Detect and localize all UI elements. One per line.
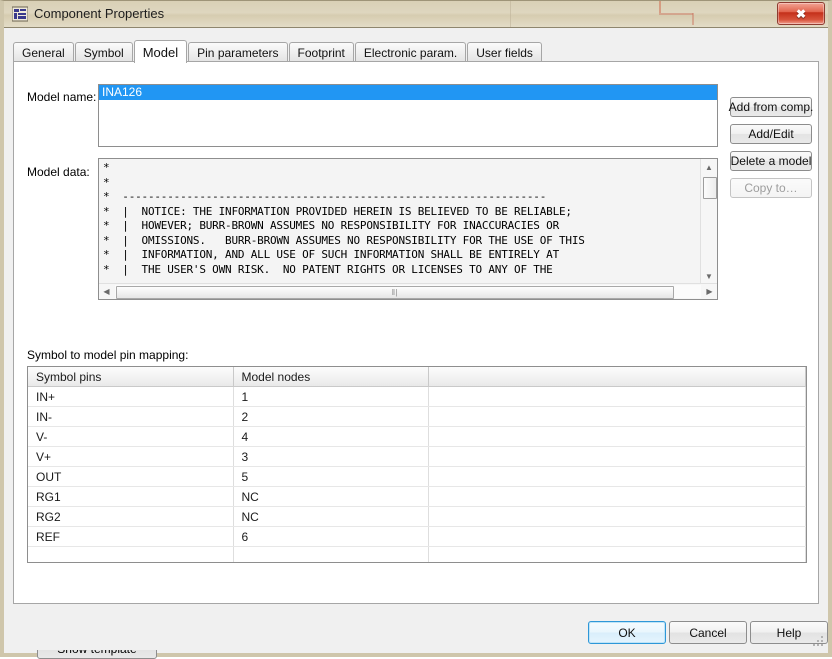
titlebar-artifact-edge (510, 1, 511, 27)
model-name-listbox[interactable]: INA126 (98, 84, 718, 147)
delete-a-model-button[interactable]: Delete a model (730, 151, 812, 171)
scroll-down-icon[interactable]: ▼ (701, 268, 717, 284)
close-icon[interactable]: ✖ (777, 2, 825, 25)
component-properties-window: Component Properties ✖ General Symbol Mo… (0, 0, 832, 659)
titlebar-artifact-3 (692, 13, 694, 25)
cell-model-node[interactable]: 6 (233, 526, 429, 547)
cell-extra[interactable] (428, 466, 806, 487)
cell-extra[interactable] (428, 386, 806, 407)
vscroll-thumb[interactable] (703, 177, 717, 199)
cell-model-node[interactable]: 1 (233, 386, 429, 407)
table-row[interactable] (28, 546, 806, 562)
cell-extra[interactable] (428, 546, 806, 562)
ok-button[interactable]: OK (588, 621, 666, 644)
titlebar-artifact-1 (659, 1, 661, 13)
titlebar-artifact-2 (659, 13, 693, 15)
pin-mapping-label: Symbol to model pin mapping: (27, 348, 189, 362)
table-row[interactable]: IN+ 1 (28, 386, 806, 407)
add-from-comp-button[interactable]: Add from comp. (729, 97, 813, 117)
cell-symbol-pin[interactable]: RG2 (28, 506, 234, 527)
cell-extra[interactable] (428, 446, 806, 467)
resize-grip[interactable] (813, 636, 825, 648)
cell-extra[interactable] (428, 426, 806, 447)
cell-model-node[interactable]: 5 (233, 466, 429, 487)
component-properties-icon (12, 6, 28, 22)
cell-model-node[interactable]: NC (233, 486, 429, 507)
cell-model-node[interactable] (233, 546, 429, 562)
model-tab-panel: Model name: INA126 Add from comp. Add/Ed… (13, 61, 819, 659)
table-row[interactable]: OUT 5 (28, 466, 806, 487)
table-row[interactable]: IN- 2 (28, 406, 806, 427)
tab-footprint[interactable]: Footprint (288, 42, 354, 62)
table-row[interactable]: REF 6 (28, 526, 806, 547)
scroll-up-icon[interactable]: ▲ (701, 159, 717, 175)
cell-symbol-pin[interactable]: IN- (28, 406, 234, 427)
cell-symbol-pin[interactable]: V+ (28, 446, 234, 467)
tab-user-fields[interactable]: User fields (467, 42, 542, 62)
column-header-empty[interactable] (428, 367, 806, 387)
cell-symbol-pin[interactable]: V- (28, 426, 234, 447)
tab-pin-parameters[interactable]: Pin parameters (188, 42, 288, 62)
cell-symbol-pin[interactable]: OUT (28, 466, 234, 487)
cell-extra[interactable] (428, 526, 806, 547)
tab-electronic-param[interactable]: Electronic param. (354, 42, 467, 62)
table-row[interactable]: RG1 NC (28, 486, 806, 507)
tab-general[interactable]: General (13, 42, 74, 62)
cell-model-node[interactable]: 2 (233, 406, 429, 427)
dialog-client-area: General Symbol Model Pin parameters Foot… (4, 28, 828, 659)
cell-model-node[interactable]: 4 (233, 426, 429, 447)
cell-model-node[interactable]: 3 (233, 446, 429, 467)
pin-mapping-table[interactable]: Symbol pins Model nodes IN+ 1 IN- 2 V- 4… (27, 366, 807, 563)
model-data-vertical-scrollbar[interactable]: ▲ ▼ (700, 159, 717, 284)
table-header-row: Symbol pins Model nodes (28, 367, 806, 387)
model-name-label: Model name: (27, 90, 97, 104)
tab-symbol[interactable]: Symbol (74, 42, 133, 62)
cell-extra[interactable] (428, 406, 806, 427)
list-item[interactable]: INA126 (99, 85, 717, 100)
cell-model-node[interactable]: NC (233, 506, 429, 527)
model-data-horizontal-scrollbar[interactable]: ◀ ‖| ▶ (99, 283, 717, 299)
column-header-symbol-pins[interactable]: Symbol pins (28, 367, 234, 387)
scroll-left-icon[interactable]: ◀ (99, 284, 114, 299)
cell-symbol-pin[interactable] (28, 546, 234, 562)
model-data-label: Model data: (27, 165, 90, 179)
table-row[interactable]: V+ 3 (28, 446, 806, 467)
cell-symbol-pin[interactable]: REF (28, 526, 234, 547)
column-header-model-nodes[interactable]: Model nodes (233, 367, 429, 387)
table-row[interactable]: V- 4 (28, 426, 806, 447)
cancel-button[interactable]: Cancel (669, 621, 747, 644)
scroll-right-icon[interactable]: ▶ (702, 284, 717, 299)
copy-to-button: Copy to… (730, 178, 812, 198)
cell-symbol-pin[interactable]: RG1 (28, 486, 234, 507)
window-title: Component Properties (34, 6, 165, 21)
add-edit-button[interactable]: Add/Edit (730, 124, 812, 144)
tab-model[interactable]: Model (133, 40, 188, 63)
dialog-button-bar: OK Cancel Help (4, 612, 828, 650)
tab-strip: General Symbol Model Pin parameters Foot… (13, 40, 543, 63)
title-bar[interactable]: Component Properties ✖ (4, 1, 828, 28)
model-data-textarea[interactable]: * * * ----------------------------------… (98, 158, 718, 300)
model-data-content: * * * ----------------------------------… (103, 161, 585, 276)
cell-extra[interactable] (428, 506, 806, 527)
cell-extra[interactable] (428, 486, 806, 507)
table-row[interactable]: RG2 NC (28, 506, 806, 527)
hscroll-thumb[interactable]: ‖| (116, 286, 674, 299)
cell-symbol-pin[interactable]: IN+ (28, 386, 234, 407)
